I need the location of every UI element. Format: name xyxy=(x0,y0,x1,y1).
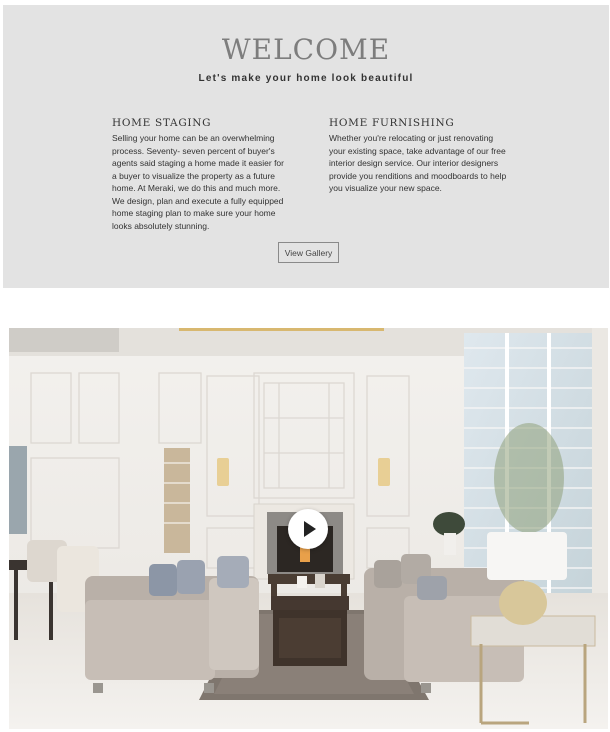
welcome-section: WELCOME Let's make your home look beauti… xyxy=(3,5,609,288)
play-icon xyxy=(304,521,316,537)
home-furnishing-column: HOME FURNISHING Whether you're relocatin… xyxy=(329,117,507,195)
welcome-subtitle: Let's make your home look beautiful xyxy=(198,73,414,84)
play-button[interactable] xyxy=(288,509,328,549)
home-staging-heading: HOME STAGING xyxy=(112,117,212,129)
home-staging-column: HOME STAGING Selling your home can be an… xyxy=(112,117,290,232)
welcome-title: WELCOME xyxy=(221,33,391,66)
view-gallery-button[interactable]: View Gallery xyxy=(278,242,339,263)
home-staging-text: Selling your home can be an overwhelming… xyxy=(112,133,284,231)
home-furnishing-heading: HOME FURNISHING xyxy=(329,117,455,129)
home-furnishing-text: Whether you're relocating or just renova… xyxy=(329,133,507,193)
video-player[interactable] xyxy=(9,328,608,729)
